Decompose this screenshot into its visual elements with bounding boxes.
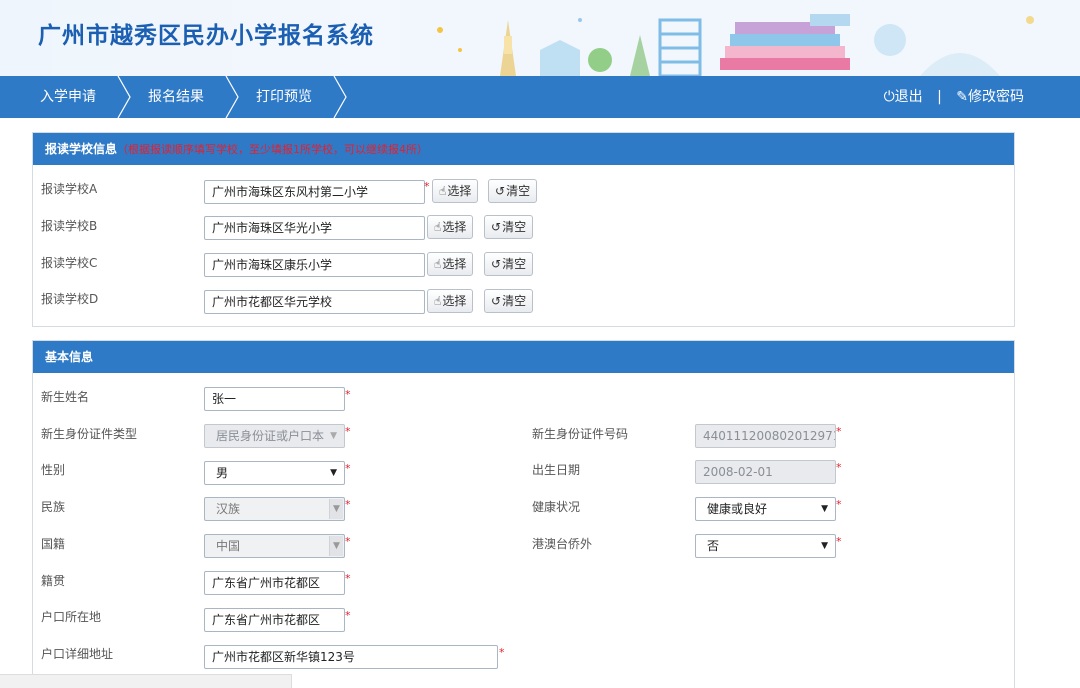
gender-label: 性别 bbox=[41, 463, 66, 477]
nav-item-print-preview[interactable]: 打印预览 bbox=[256, 76, 312, 118]
school-d-clear-button[interactable]: ↺清空 bbox=[484, 289, 534, 313]
school-b-clear-button[interactable]: ↺清空 bbox=[484, 215, 534, 239]
school-d-input[interactable]: 广州市花都区华元学校 bbox=[204, 290, 425, 314]
required-mark: * bbox=[836, 535, 842, 548]
required-mark: * bbox=[345, 388, 351, 401]
required-mark: * bbox=[345, 462, 351, 475]
id-type-label: 新生身份证件类型 bbox=[41, 427, 138, 441]
power-icon: ⏻ bbox=[883, 89, 895, 105]
main-nav: 入学申请 报名结果 打印预览 ⏻退出 | ✎修改密码 bbox=[0, 76, 1080, 118]
required-mark: * bbox=[345, 609, 351, 622]
pointer-hand-icon: ☝ bbox=[434, 220, 442, 234]
pencil-icon: ✎ bbox=[956, 89, 968, 105]
nationality-select[interactable]: 中国 ▼ bbox=[204, 534, 345, 558]
birth-date-input: 2008-02-01 bbox=[695, 460, 836, 484]
nav-arrow-separator bbox=[333, 76, 347, 118]
school-b-input[interactable]: 广州市海珠区华光小学 bbox=[204, 216, 425, 240]
gender-select[interactable]: 男 ▼ bbox=[204, 461, 345, 485]
undo-icon: ↺ bbox=[491, 220, 502, 234]
panel-title: 报读学校信息 bbox=[45, 142, 118, 156]
hk-macao-taiwan-select[interactable]: 否 ▼ bbox=[695, 534, 836, 558]
pointer-hand-icon: ☝ bbox=[439, 184, 447, 198]
school-a-input[interactable]: 广州市海珠区东风村第二小学 bbox=[204, 180, 425, 204]
panel-note: （根据报读顺序填写学校，至少填报1所学校，可以继续报4所） bbox=[117, 143, 429, 156]
pointer-hand-icon: ☝ bbox=[434, 257, 442, 271]
native-place-input[interactable]: 广东省广州市花都区 bbox=[204, 571, 345, 595]
required-mark: * bbox=[345, 425, 351, 438]
hukou-address-label: 户口详细地址 bbox=[41, 647, 114, 661]
school-c-select-button[interactable]: ☝选择 bbox=[427, 252, 474, 276]
required-mark: * bbox=[345, 572, 351, 585]
change-password-link[interactable]: ✎修改密码 bbox=[956, 76, 1024, 118]
nav-arrow-separator bbox=[117, 76, 131, 118]
pointer-hand-icon: ☝ bbox=[434, 294, 442, 308]
school-info-panel: 报读学校信息（根据报读顺序填写学校，至少填报1所学校，可以继续报4所） 报读学校… bbox=[32, 132, 1015, 327]
required-mark: * bbox=[836, 498, 842, 511]
account-links: ⏻退出 | ✎修改密码 bbox=[884, 76, 1024, 118]
panel-header: 报读学校信息（根据报读顺序填写学校，至少填报1所学校，可以继续报4所） bbox=[33, 133, 1014, 165]
id-type-select: 居民身份证或户口本 ▼ bbox=[204, 424, 345, 448]
required-mark: * bbox=[345, 498, 351, 511]
school-b-label: 报读学校B bbox=[41, 219, 98, 233]
hukou-address-input[interactable]: 广州市花都区新华镇123号 bbox=[204, 645, 498, 669]
school-a-select-button[interactable]: ☝选择 bbox=[432, 179, 479, 203]
school-c-label: 报读学校C bbox=[41, 256, 98, 270]
nav-item-apply[interactable]: 入学申请 bbox=[40, 76, 96, 118]
hukou-location-label: 户口所在地 bbox=[41, 610, 102, 624]
native-place-label: 籍贯 bbox=[41, 574, 66, 588]
panel-header: 基本信息 bbox=[33, 341, 1014, 373]
site-title: 广州市越秀区民办小学报名系统 bbox=[38, 23, 374, 49]
hukou-location-input[interactable]: 广东省广州市花都区 bbox=[204, 608, 345, 632]
nav-divider: | bbox=[937, 89, 942, 105]
dropdown-arrow-icon: ▼ bbox=[329, 499, 343, 519]
undo-icon: ↺ bbox=[491, 257, 502, 271]
school-c-clear-button[interactable]: ↺清空 bbox=[484, 252, 534, 276]
required-mark: * bbox=[345, 535, 351, 548]
ethnic-select[interactable]: 汉族 ▼ bbox=[204, 497, 345, 521]
logout-link[interactable]: ⏻退出 bbox=[884, 76, 923, 118]
dropdown-arrow-icon: ▼ bbox=[821, 504, 828, 514]
banner-illustration bbox=[400, 0, 1080, 76]
school-c-input[interactable]: 广州市海珠区康乐小学 bbox=[204, 253, 425, 277]
required-mark: * bbox=[499, 646, 505, 659]
basic-info-panel: 基本信息 新生姓名 张一 * 新生身份证件类型 居民身份证或户口本 ▼ * 新生身… bbox=[32, 340, 1015, 688]
ethnic-label: 民族 bbox=[41, 500, 66, 514]
id-number-input: 440111200802012971 bbox=[695, 424, 836, 448]
name-label: 新生姓名 bbox=[41, 390, 90, 404]
header-banner: 广州市越秀区民办小学报名系统 bbox=[0, 0, 1080, 76]
name-input[interactable]: 张一 bbox=[204, 387, 345, 411]
dropdown-arrow-icon: ▼ bbox=[330, 431, 337, 441]
undo-icon: ↺ bbox=[491, 294, 502, 308]
school-a-clear-button[interactable]: ↺清空 bbox=[488, 179, 538, 203]
dropdown-arrow-icon: ▼ bbox=[821, 541, 828, 551]
nav-arrow-separator bbox=[225, 76, 239, 118]
dropdown-arrow-icon: ▼ bbox=[330, 468, 337, 478]
health-label: 健康状况 bbox=[532, 500, 581, 514]
school-b-select-button[interactable]: ☝选择 bbox=[427, 215, 474, 239]
school-a-label: 报读学校A bbox=[41, 182, 98, 196]
id-number-label: 新生身份证件号码 bbox=[532, 427, 629, 441]
required-mark: * bbox=[836, 425, 842, 438]
hk-macao-taiwan-label: 港澳台侨外 bbox=[532, 537, 593, 551]
required-mark: * bbox=[836, 461, 842, 474]
nationality-label: 国籍 bbox=[41, 537, 66, 551]
dropdown-arrow-icon: ▼ bbox=[329, 536, 343, 556]
school-d-label: 报读学校D bbox=[41, 292, 99, 306]
health-select[interactable]: 健康或良好 ▼ bbox=[695, 497, 836, 521]
school-d-select-button[interactable]: ☝选择 bbox=[427, 289, 474, 313]
panel-title: 基本信息 bbox=[45, 350, 94, 364]
undo-icon: ↺ bbox=[495, 184, 506, 198]
nav-item-results[interactable]: 报名结果 bbox=[148, 76, 204, 118]
required-mark: * bbox=[424, 180, 430, 193]
birth-date-label: 出生日期 bbox=[532, 463, 581, 477]
horizontal-scrollbar[interactable] bbox=[0, 674, 292, 688]
